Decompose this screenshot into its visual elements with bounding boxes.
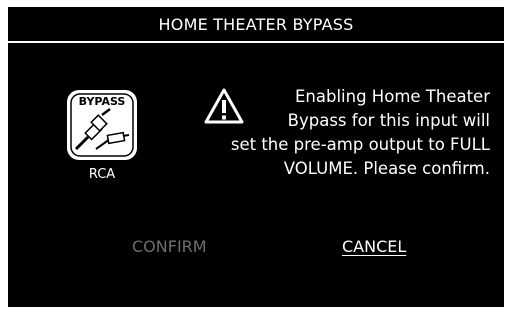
cancel-button[interactable]: CANCEL: [342, 237, 406, 256]
message-line: set the pre-amp output to FULL: [230, 135, 490, 154]
dialog-title: HOME THEATER BYPASS: [8, 7, 504, 43]
confirm-button[interactable]: CONFIRM: [132, 237, 207, 256]
bypass-rca-icon: BYPASS: [66, 89, 138, 161]
message-line: Enabling Home Theater: [295, 87, 490, 106]
message-line: VOLUME. Please confirm.: [283, 159, 490, 178]
input-type-label: RCA: [88, 167, 116, 182]
message-line: Bypass for this input will: [287, 111, 490, 130]
bypass-badge-text: BYPASS: [79, 95, 126, 108]
home-theater-bypass-dialog: HOME THEATER BYPASS BYPASS RCA Enabling …: [8, 7, 504, 307]
warning-message: Enabling Home Theater Bypass for this in…: [190, 85, 490, 181]
